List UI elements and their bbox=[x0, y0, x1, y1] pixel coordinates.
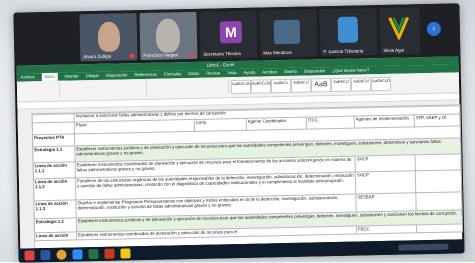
editing-group[interactable] bbox=[397, 74, 455, 89]
tab-data[interactable]: Datos bbox=[188, 70, 199, 78]
paragraph-group[interactable] bbox=[147, 79, 230, 95]
table-cell[interactable]: Proyectos PTA bbox=[32, 133, 75, 147]
participant-video bbox=[273, 19, 301, 45]
participant-video bbox=[97, 21, 121, 52]
excel-window: Libro1 - Excel Archivo Inicio Insertar D… bbox=[16, 56, 464, 249]
participant-name: Alvaro Zuñiga bbox=[83, 53, 112, 60]
participant-name: P. Justicia Tributaria bbox=[323, 48, 364, 55]
mic-muted-icon bbox=[189, 51, 195, 58]
sheet-grid: Involucrar a sancionar faltas administra… bbox=[17, 104, 464, 249]
explorer-taskbar-icon[interactable] bbox=[120, 248, 131, 259]
participant-tile[interactable]: P. Justicia Tributaria bbox=[319, 8, 378, 57]
table-cell[interactable] bbox=[416, 223, 463, 233]
mic-muted-icon bbox=[129, 53, 135, 59]
table-cell[interactable]: SHCP bbox=[355, 154, 416, 173]
next-page-button[interactable]: › bbox=[426, 21, 442, 37]
system-tray[interactable] bbox=[398, 243, 449, 251]
participant-name: Max Mendoza bbox=[263, 49, 292, 56]
participant-name: Silvia Agui bbox=[383, 47, 405, 53]
style-title[interactable]: AaB bbox=[310, 78, 332, 93]
table-cell[interactable]: SFP, SAEP y OI bbox=[414, 113, 461, 127]
clipboard-group[interactable] bbox=[18, 82, 61, 98]
table-cell[interactable]: SHCP bbox=[355, 170, 416, 195]
style-normal[interactable]: AaBbCcDc bbox=[230, 79, 252, 95]
table-cell[interactable]: Estrategia 1.2 bbox=[34, 217, 77, 233]
table-cell[interactable] bbox=[415, 191, 463, 211]
participant-avatar: M bbox=[219, 20, 243, 44]
participant-video bbox=[337, 16, 359, 43]
participant-tile[interactable]: Max Mendoza bbox=[259, 9, 318, 58]
table-cell[interactable]: Línea de acción bbox=[34, 231, 77, 241]
participant-name: Francisco Vargas bbox=[143, 52, 179, 58]
style-no-spacing[interactable]: AaBbCcDc bbox=[250, 79, 272, 94]
chrome-taskbar-icon[interactable] bbox=[56, 249, 67, 260]
style-subtle-emphasis[interactable]: AaBbCcl bbox=[350, 77, 372, 92]
font-group[interactable] bbox=[60, 80, 148, 97]
participant-tile[interactable]: M Secretaria Técnica bbox=[199, 10, 258, 59]
table-cell[interactable]: Línea de acción 1.1.1 bbox=[33, 161, 76, 179]
data-table: Involucrar a sancionar faltas administra… bbox=[32, 104, 464, 241]
participant-video bbox=[155, 18, 181, 53]
table-cell[interactable]: Corto bbox=[194, 118, 247, 132]
monitor-screen: Alvaro Zuñiga Francisco Vargas M Secreta… bbox=[13, 3, 465, 263]
participants-strip: Alvaro Zuñiga Francisco Vargas M Secreta… bbox=[13, 3, 461, 66]
table-cell[interactable] bbox=[414, 153, 462, 171]
logo-icon bbox=[388, 16, 409, 40]
table-cell[interactable] bbox=[415, 169, 462, 193]
zoom-taskbar-icon[interactable] bbox=[72, 249, 83, 260]
style-heading-2[interactable]: AaBbCcl bbox=[290, 78, 312, 93]
excel-taskbar-icon[interactable] bbox=[88, 248, 99, 260]
style-emphasis[interactable]: AaBbCcD bbox=[370, 76, 392, 92]
style-heading-1[interactable]: AaBbCc bbox=[270, 78, 292, 94]
table-cell[interactable]: ITCC bbox=[306, 116, 355, 130]
tab-view[interactable]: Vista bbox=[227, 69, 236, 77]
style-subtitle[interactable]: AaBbCcl bbox=[330, 77, 352, 93]
participant-name: Secretaria Técnica bbox=[203, 50, 241, 57]
table-cell[interactable]: Línea de acción 1.1.2 bbox=[33, 177, 76, 201]
participant-tile[interactable]: Francisco Vargas bbox=[139, 11, 198, 61]
participant-tile[interactable]: Silvia Agui bbox=[379, 7, 421, 56]
tab-help[interactable]: Ayuda bbox=[244, 69, 256, 77]
acrobat-taskbar-icon[interactable] bbox=[24, 250, 35, 261]
participant-tile[interactable]: Alvaro Zuñiga bbox=[79, 13, 138, 62]
table-cell[interactable]: SESEAP bbox=[355, 192, 417, 213]
table-cell[interactable]: Estrategia 1.1 bbox=[32, 145, 76, 163]
word-taskbar-icon[interactable] bbox=[40, 249, 51, 261]
table-cell[interactable]: FECC bbox=[356, 224, 417, 235]
window-title: Libro1 - Excel bbox=[206, 62, 235, 68]
powerpoint-taskbar-icon[interactable] bbox=[104, 248, 115, 259]
table-cell[interactable]: Línea de acción 1.1.3 bbox=[33, 199, 77, 219]
table-cell[interactable] bbox=[32, 121, 75, 135]
